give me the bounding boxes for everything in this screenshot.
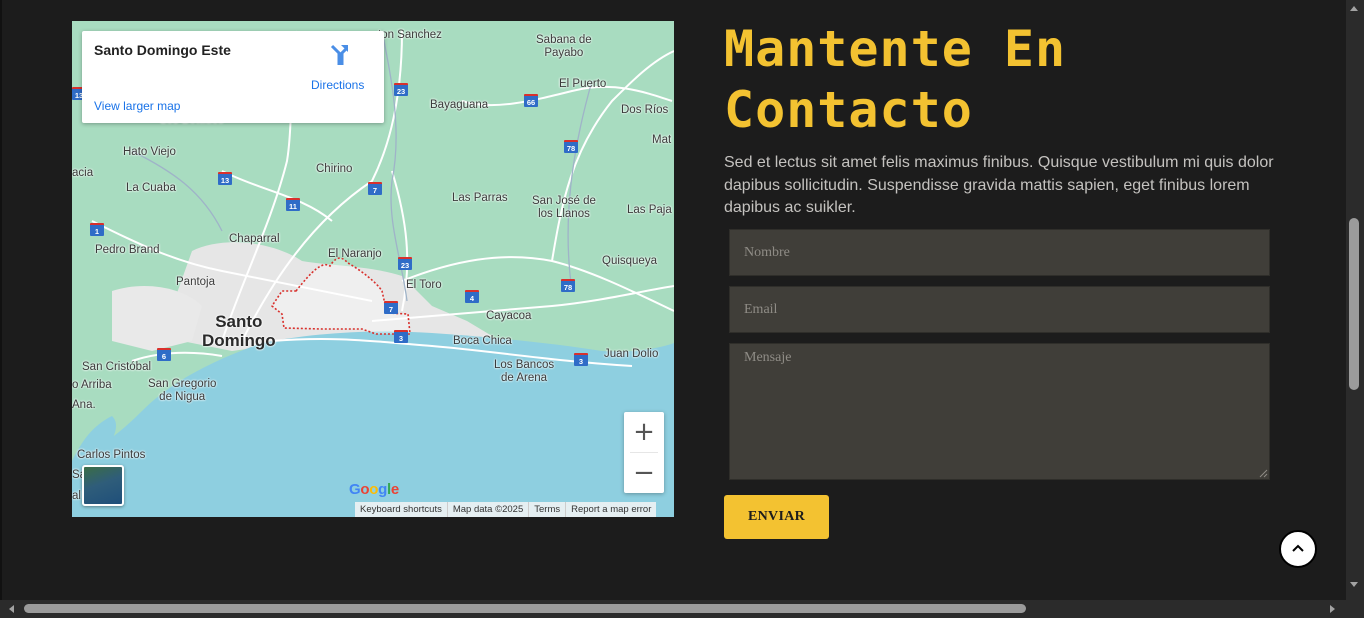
terms-link[interactable]: Terms xyxy=(528,502,565,517)
map-place-label: Pedro Brand xyxy=(95,244,160,256)
map-place-label: Juan Dolio xyxy=(604,348,659,360)
contact-description: Sed et lectus sit amet felis maximus fin… xyxy=(724,154,1274,216)
map-place-label: Hato Viejo xyxy=(123,146,176,158)
map-place-label: Quisqueya xyxy=(602,255,657,267)
highway-shield: 6 xyxy=(157,348,171,361)
highway-shield: 7 xyxy=(368,182,382,195)
map-attribution: Keyboard shortcuts Map data ©2025 Terms … xyxy=(355,502,657,517)
directions-link[interactable]: Directions xyxy=(311,78,364,92)
vertical-scrollbar[interactable] xyxy=(1346,0,1364,600)
map-zoom-controls: + − xyxy=(624,412,664,493)
google-logo: Google xyxy=(349,481,399,498)
map-place-label: Chirino xyxy=(316,163,353,175)
map-place-label: Las Parras xyxy=(452,192,508,204)
highway-shield: 3 xyxy=(574,353,588,366)
highway-shield: 1 xyxy=(90,223,104,236)
map-place-label: El Toro xyxy=(406,279,442,291)
map-place-label: Carlos Pintos xyxy=(77,449,146,461)
scroll-to-top-button[interactable] xyxy=(1279,530,1317,568)
map-place-label: o Arriba xyxy=(72,379,112,391)
highway-shield: 78 xyxy=(561,279,575,292)
horizontal-scroll-thumb[interactable] xyxy=(24,604,1026,613)
map-place-label: ton Sanchez xyxy=(378,29,442,41)
message-textarea[interactable] xyxy=(729,343,1270,480)
map-place-label: Dos Ríos xyxy=(621,104,669,116)
map-place-label: San Cristóbal xyxy=(82,361,152,373)
heading-line-2: Contacto xyxy=(724,81,973,139)
map-place-label: al xyxy=(72,490,81,502)
email-input[interactable] xyxy=(729,286,1270,333)
scroll-up-arrow-icon[interactable] xyxy=(1350,6,1358,11)
chevron-up-icon xyxy=(1292,544,1304,552)
horizontal-scrollbar[interactable] xyxy=(0,600,1346,618)
keyboard-shortcuts-link[interactable]: Keyboard shortcuts xyxy=(355,502,447,517)
map-place-label: San Gregorio de Nigua xyxy=(148,378,217,404)
contact-heading: Mantente En Contacto xyxy=(724,19,1284,141)
highway-shield: 66 xyxy=(524,94,538,107)
map-place-label: Mat xyxy=(652,134,672,146)
submit-button[interactable]: ENVIAR xyxy=(724,495,829,539)
map-info-card: Santo Domingo Este Directions View large… xyxy=(82,31,384,123)
map-place-label: La Cuaba xyxy=(126,182,176,194)
scrollbar-corner xyxy=(1346,600,1364,618)
satellite-toggle-button[interactable] xyxy=(82,465,124,506)
map-place-label: Cayacoa xyxy=(486,310,532,322)
map-data-label: Map data ©2025 xyxy=(446,502,528,517)
zoom-out-button[interactable]: − xyxy=(624,453,664,493)
highway-shield: 78 xyxy=(564,140,578,153)
map-place-label: Ana. xyxy=(72,399,96,411)
vertical-scroll-thumb[interactable] xyxy=(1349,218,1359,390)
highway-shield: 4 xyxy=(465,290,479,303)
map-place-label: San José de los Llanos xyxy=(532,195,596,221)
highway-shield: 23 xyxy=(394,83,408,96)
heading-line-1: Mantente En xyxy=(724,20,1067,78)
map-place-label: Pantoja xyxy=(176,276,216,288)
highway-shield: 3 xyxy=(394,330,408,343)
highway-shield: 13 xyxy=(218,172,232,185)
map-place-label: Las Paja xyxy=(627,204,672,216)
scroll-right-arrow-icon[interactable] xyxy=(1330,605,1335,613)
map-place-label: El Puerto xyxy=(559,78,607,90)
scroll-down-arrow-icon[interactable] xyxy=(1350,582,1358,587)
directions-icon[interactable] xyxy=(328,43,350,65)
map-place-label: Los Bancos de Arena xyxy=(494,359,555,385)
map-place-label: Chaparral xyxy=(229,233,280,245)
window-edge xyxy=(0,0,2,618)
zoom-in-button[interactable]: + xyxy=(624,412,664,452)
map-place-label: acia xyxy=(72,167,94,179)
map-place-label: El Naranjo xyxy=(328,248,382,260)
report-error-link[interactable]: Report a map error xyxy=(565,502,656,517)
highway-shield: 11 xyxy=(286,198,300,211)
name-input[interactable] xyxy=(729,229,1270,276)
view-larger-map-link[interactable]: View larger map xyxy=(94,99,180,113)
map-place-label: Bayaguana xyxy=(430,99,489,111)
highway-shield: 23 xyxy=(398,257,412,270)
map-place-label: Sabana de Payabo xyxy=(536,34,592,60)
map-place-label: Boca Chica xyxy=(453,335,512,347)
scroll-left-arrow-icon[interactable] xyxy=(9,605,14,613)
map-city-label: Santo Domingo xyxy=(202,312,276,350)
resize-grip-icon[interactable] xyxy=(1259,469,1268,478)
map-place-title: Santo Domingo Este xyxy=(94,42,231,58)
highway-shield: 7 xyxy=(384,301,398,314)
map-embed[interactable]: ton Sanchez Sabana de Payabo El Puerto B… xyxy=(72,21,674,517)
